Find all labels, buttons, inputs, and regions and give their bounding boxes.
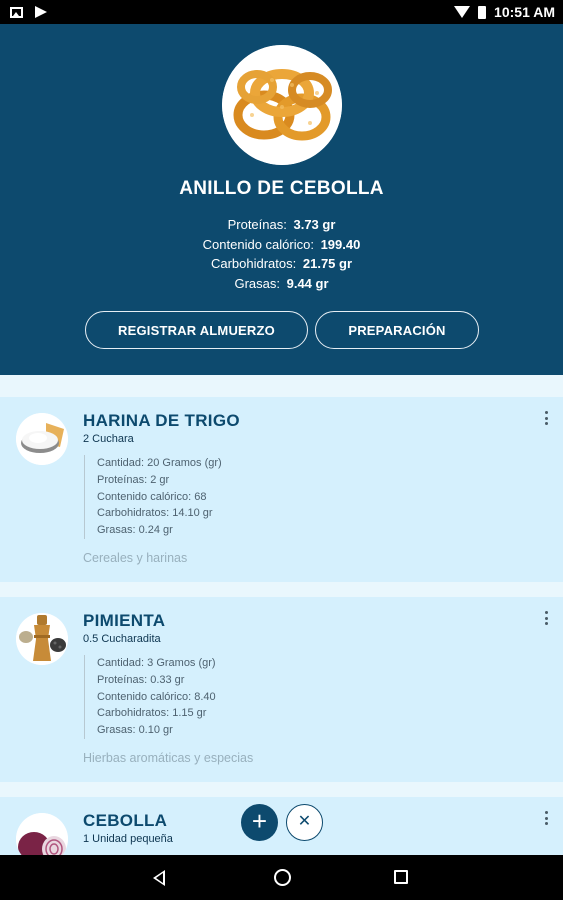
detail-quantity: Cantidad: 20 Gramos (gr) — [97, 457, 222, 469]
recipe-nutrients: Proteínas: 3.73 gr Contenido calórico: 1… — [0, 215, 563, 293]
ingredient-card[interactable]: CEBOLLA 1 Unidad pequeña — [0, 797, 563, 855]
ingredient-card[interactable]: PIMIENTA 0.5 Cucharadita Cantidad: 3 Gra… — [0, 597, 563, 782]
calories-row: Contenido calórico: 199.40 — [202, 236, 361, 252]
onion-rings-photo — [222, 45, 342, 165]
recipe-header: ANILLO DE CEBOLLA Proteínas: 3.73 gr Con… — [0, 24, 563, 375]
protein-row: Proteínas: 3.73 gr — [227, 217, 336, 232]
detail-carbs: Carbohidratos: 1.15 gr — [97, 707, 207, 720]
detail-carbs: Carbohidratos: 14.10 gr — [97, 507, 213, 520]
ingredient-portion: 0.5 Cucharadita — [83, 633, 161, 645]
ingredient-name: PIMIENTA — [83, 611, 166, 630]
detail-protein: Proteínas: 0.33 gr — [97, 673, 185, 686]
detail-fat: Grasas: 0.24 gr — [97, 524, 173, 537]
register-lunch-button[interactable]: REGISTRAR ALMUERZO — [85, 311, 308, 349]
recipe-title: ANILLO DE CEBOLLA — [179, 178, 384, 199]
recents-icon[interactable] — [394, 870, 408, 884]
flour-icon — [16, 413, 68, 465]
gallery-notification-icon — [10, 6, 23, 18]
home-icon[interactable] — [274, 869, 291, 886]
status-bar: 10:51 AM — [0, 0, 563, 24]
system-nav-bar — [0, 855, 563, 900]
onion-icon — [16, 813, 68, 855]
more-options-icon[interactable] — [541, 811, 551, 825]
ingredient-details: Cantidad: 20 Gramos (gr) Proteínas: 2 gr… — [84, 455, 222, 539]
ingredient-details: Cantidad: 3 Gramos (gr) Proteínas: 0.33 … — [84, 655, 216, 739]
ingredient-category: Hierbas aromáticas y especias — [83, 751, 254, 765]
add-ingredient-button[interactable]: + — [241, 804, 278, 841]
detail-protein: Proteínas: 2 gr — [97, 473, 170, 486]
close-button[interactable]: ✕ — [286, 804, 323, 841]
carbs-row: Carbohidratos: 21.75 gr — [210, 256, 353, 271]
detail-fat: Grasas: 0.10 gr — [97, 724, 173, 737]
detail-calories: Contenido calórico: 68 — [97, 490, 207, 503]
pepper-icon — [16, 613, 68, 665]
wifi-icon — [454, 6, 471, 18]
ingredient-portion: 1 Unidad pequeña — [83, 833, 173, 845]
more-options-icon[interactable] — [541, 411, 551, 425]
preparation-button[interactable]: PREPARACIÓN — [315, 311, 479, 349]
ingredient-name: CEBOLLA — [83, 811, 168, 830]
ingredient-portion: 2 Cuchara — [83, 433, 134, 445]
back-icon[interactable] — [153, 870, 165, 886]
detail-calories: Contenido calórico: 8.40 — [97, 690, 216, 703]
more-options-icon[interactable] — [541, 611, 551, 625]
clock: 10:51 AM — [494, 4, 555, 20]
play-store-notification-icon — [35, 6, 49, 18]
fat-row: Grasas: 9.44 gr — [234, 275, 329, 291]
battery-icon — [478, 5, 487, 19]
detail-quantity: Cantidad: 3 Gramos (gr) — [97, 657, 216, 669]
ingredient-card[interactable]: HARINA DE TRIGO 2 Cuchara Cantidad: 20 G… — [0, 397, 563, 582]
ingredient-category: Cereales y harinas — [83, 551, 188, 565]
ingredient-list[interactable]: HARINA DE TRIGO 2 Cuchara Cantidad: 20 G… — [0, 375, 563, 855]
ingredient-name: HARINA DE TRIGO — [83, 411, 240, 430]
